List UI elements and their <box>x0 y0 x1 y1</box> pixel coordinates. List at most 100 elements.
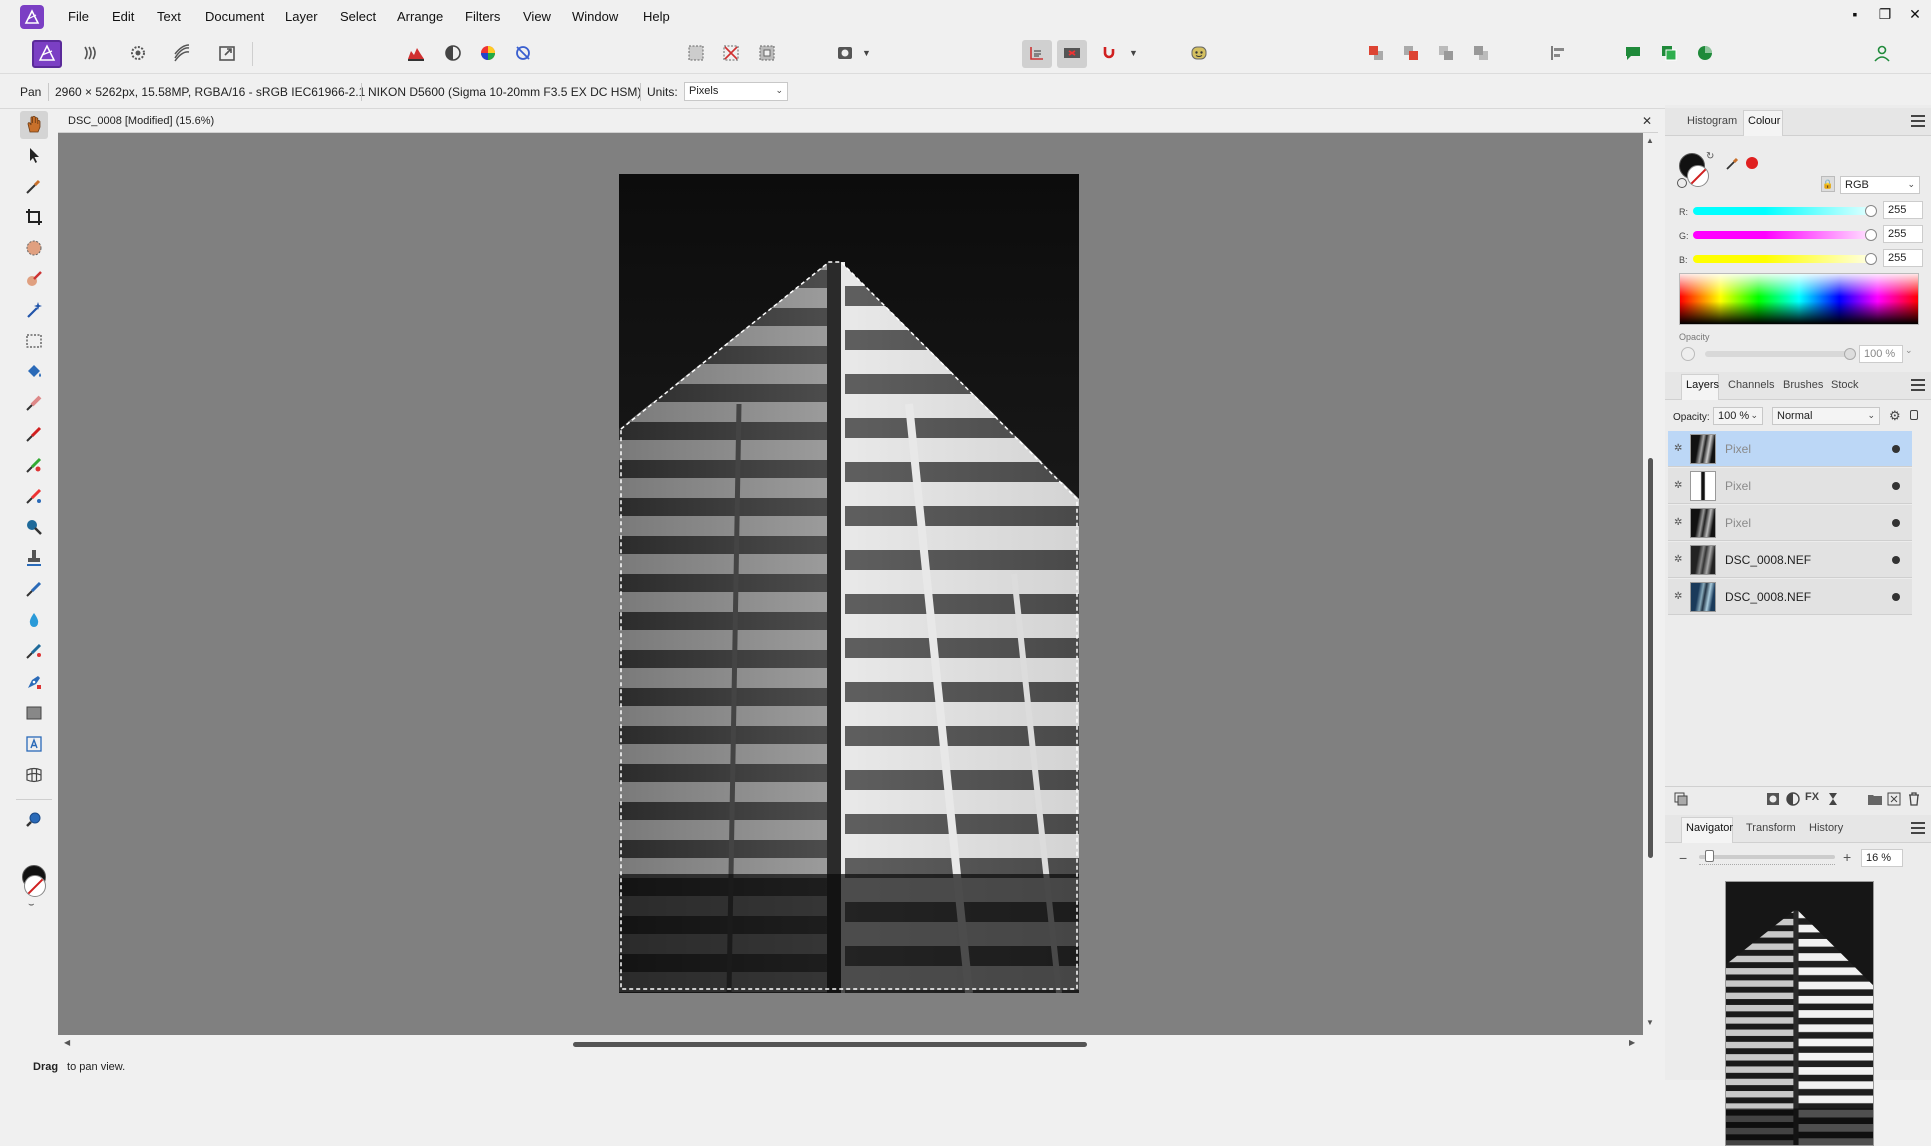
colour-opacity-slider[interactable] <box>1705 351 1855 357</box>
tab-brushes[interactable]: Brushes <box>1783 379 1823 391</box>
move-to-front-button[interactable] <box>1466 40 1496 68</box>
menu-edit[interactable]: Edit <box>112 9 134 24</box>
dodge-tool[interactable] <box>20 483 48 511</box>
move-to-back-button[interactable] <box>1431 40 1461 68</box>
levels-button[interactable] <box>401 40 431 68</box>
sharpen-tool[interactable] <box>20 607 48 635</box>
vertical-scrollbar[interactable]: ▲ ▼ <box>1643 133 1658 1035</box>
layer-row[interactable]: ✲ DSC_0008.NEF <box>1668 542 1912 578</box>
zoom-slider[interactable] <box>1699 855 1835 859</box>
chevron-down-icon[interactable]: ⌄ <box>1905 345 1913 356</box>
r-slider[interactable] <box>1693 207 1873 215</box>
tone-mapping-persona-button[interactable] <box>167 40 197 68</box>
g-slider-knob[interactable] <box>1865 229 1877 241</box>
delete-layer-icon[interactable] <box>1906 791 1922 807</box>
menu-layer[interactable]: Layer <box>285 9 318 24</box>
selection-brush-tool[interactable] <box>20 235 48 263</box>
app-logo[interactable] <box>20 5 44 29</box>
layer-row[interactable]: ✲ DSC_0008.NEF <box>1668 579 1912 615</box>
b-slider-knob[interactable] <box>1865 253 1877 265</box>
menu-help[interactable]: Help <box>643 9 670 24</box>
clone-tool[interactable] <box>20 545 48 573</box>
add-pixel-layer-icon[interactable] <box>1886 791 1902 807</box>
snapping-button[interactable] <box>1022 40 1052 68</box>
minimize-button[interactable]: ▪ <box>1843 6 1867 22</box>
swap-colour-icon[interactable]: ↻ <box>1706 151 1714 162</box>
tab-navigator[interactable]: Navigator <box>1686 822 1733 834</box>
layer-visibility-dot[interactable] <box>1892 593 1900 601</box>
close-button[interactable]: ✕ <box>1903 6 1927 23</box>
blend-mode-select[interactable]: Normal ⌄ <box>1772 407 1880 425</box>
liquify-persona-button[interactable] <box>76 40 106 68</box>
tab-history[interactable]: History <box>1809 822 1843 834</box>
layer-visibility-icon[interactable]: ✲ <box>1674 554 1682 565</box>
assistant-face-button[interactable] <box>1184 40 1214 68</box>
select-all-button[interactable] <box>681 40 711 68</box>
layer-lock-icon[interactable] <box>1910 410 1918 420</box>
layer-visibility-dot[interactable] <box>1892 445 1900 453</box>
refine-tool[interactable] <box>20 266 48 294</box>
fill-layer-button[interactable] <box>1690 40 1720 68</box>
rectangle-tool[interactable] <box>20 700 48 728</box>
layer-visibility-icon[interactable]: ✲ <box>1674 443 1682 454</box>
swap-colours-icon[interactable]: ⌣ <box>28 899 35 910</box>
navigator-preview[interactable] <box>1725 881 1874 1146</box>
picked-colour-swatch[interactable] <box>1746 157 1758 169</box>
layer-settings-gear-icon[interactable]: ⚙ <box>1889 408 1901 424</box>
colour-lock-icon[interactable]: 🔒 <box>1821 176 1835 192</box>
add-pixel-layer-button[interactable] <box>1618 40 1648 68</box>
g-value-input[interactable]: 255 <box>1883 225 1923 243</box>
panel-menu-icon[interactable] <box>1911 115 1925 130</box>
menu-text[interactable]: Text <box>157 9 181 24</box>
account-button[interactable] <box>1867 40 1897 68</box>
snapping-magnet-button[interactable] <box>1094 40 1124 68</box>
menu-document[interactable]: Document <box>205 9 264 24</box>
no-fill-icon[interactable] <box>1677 178 1687 188</box>
add-group-folder-icon[interactable] <box>1867 791 1883 807</box>
scroll-right-arrow[interactable]: ▶ <box>1629 1038 1635 1047</box>
r-slider-knob[interactable] <box>1865 205 1877 217</box>
layer-row[interactable]: ✲ Pixel <box>1668 431 1912 467</box>
auto-white-balance-button[interactable] <box>508 40 538 68</box>
scroll-down-arrow[interactable]: ▼ <box>1646 1018 1654 1027</box>
scroll-up-arrow[interactable]: ▲ <box>1646 136 1654 145</box>
colour-spectrum[interactable] <box>1679 273 1919 325</box>
menu-file[interactable]: File <box>68 9 89 24</box>
live-filter-icon[interactable]: FX <box>1805 791 1821 807</box>
horizontal-scrollbar[interactable]: ◀ ▶ <box>58 1035 1643 1053</box>
panel-menu-icon[interactable] <box>1911 822 1925 837</box>
healing-brush-tool[interactable] <box>20 576 48 604</box>
colour-model-select[interactable]: RGB ⌄ <box>1840 176 1920 194</box>
menu-window[interactable]: Window <box>572 9 618 24</box>
colour-opacity-input[interactable]: 100 % <box>1859 345 1903 363</box>
layer-visibility-dot[interactable] <box>1892 482 1900 490</box>
zoom-in-icon[interactable]: + <box>1843 849 1851 865</box>
colour-eyedropper-icon[interactable] <box>1725 155 1741 174</box>
layer-visibility-icon[interactable]: ✲ <box>1674 517 1682 528</box>
tab-colour[interactable]: Colour <box>1748 115 1780 127</box>
menu-filters[interactable]: Filters <box>465 9 500 24</box>
r-value-input[interactable]: 255 <box>1883 201 1923 219</box>
layer-row[interactable]: ✲ Pixel <box>1668 468 1912 504</box>
tab-transform[interactable]: Transform <box>1746 822 1796 834</box>
zoom-slider-knob[interactable] <box>1705 850 1715 862</box>
scroll-left-arrow[interactable]: ◀ <box>64 1038 70 1047</box>
restore-button[interactable]: ❐ <box>1873 6 1897 23</box>
tab-stock[interactable]: Stock <box>1831 379 1859 391</box>
invert-selection-button[interactable] <box>752 40 782 68</box>
tab-histogram[interactable]: Histogram <box>1687 115 1737 127</box>
colour-replacement-tool[interactable] <box>20 452 48 480</box>
blur-tool[interactable] <box>20 514 48 542</box>
move-tool[interactable] <box>20 142 48 170</box>
menu-arrange[interactable]: Arrange <box>397 9 443 24</box>
layer-visibility-dot[interactable] <box>1892 519 1900 527</box>
menu-select[interactable]: Select <box>340 9 376 24</box>
vertical-scroll-thumb[interactable] <box>1648 458 1653 858</box>
fill-tool[interactable] <box>20 359 48 387</box>
mesh-warp-tool[interactable] <box>20 762 48 790</box>
paint-brush-tool[interactable] <box>20 421 48 449</box>
assistant-button[interactable] <box>1057 40 1087 68</box>
colour-secondary-swatch[interactable] <box>1687 165 1709 187</box>
layer-opacity-select[interactable]: 100 % ⌄ <box>1713 407 1763 425</box>
layer-visibility-icon[interactable]: ✲ <box>1674 480 1682 491</box>
